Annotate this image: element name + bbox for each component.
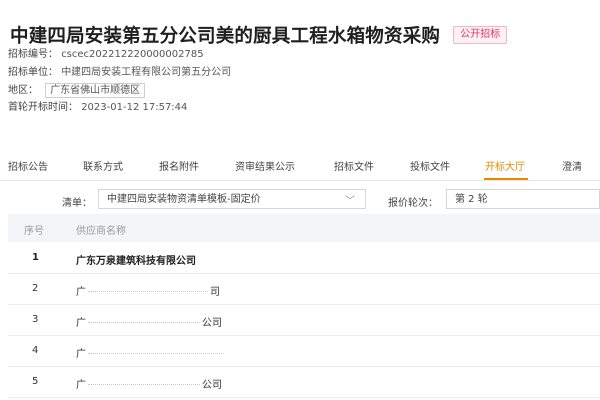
active-tab-indicator <box>484 178 528 180</box>
tender-number-line: 招标编号： cscec202212220000002785 <box>8 48 204 62</box>
table-row: 5 广 公司 <box>8 366 600 398</box>
tab-bar: 招标公告 联系方式 报名附件 资审结果公示 招标文件 投标文件 开标大厅 澄清 <box>0 150 600 181</box>
supplier-name: 广 公司 <box>76 314 222 329</box>
supplier-name-prefix: 广 <box>76 349 86 360</box>
supplier-name: 广司 <box>76 283 220 298</box>
tender-org-label: 招标单位： <box>8 67 58 78</box>
tender-org-value: 中建四局安装工程有限公司第五分公司 <box>61 67 232 78</box>
list-select-label: 清单： <box>62 198 92 209</box>
redacted-text <box>88 384 200 386</box>
redacted-text <box>88 353 224 355</box>
supplier-name: 广东万泉建筑科技有限公司 <box>76 252 196 267</box>
row-number: 2 <box>32 283 39 294</box>
tab-bid-opening-hall[interactable]: 开标大厅 <box>485 158 525 173</box>
table-header: 序号 供应商名称 <box>8 214 600 242</box>
supplier-name-prefix: 广 <box>76 380 86 391</box>
tab-bid-documents[interactable]: 投标文件 <box>410 158 450 173</box>
tender-type-badge: 公开招标 <box>453 26 508 44</box>
round-select[interactable]: 第 2 轮 <box>446 189 600 209</box>
row-number: 4 <box>32 345 39 356</box>
tab-tender-documents[interactable]: 招标文件 <box>334 158 374 173</box>
open-time-label: 首轮开标时间： <box>8 102 78 113</box>
open-time-value: 2023-01-12 17:57:44 <box>81 102 188 113</box>
chevron-down-icon: ﹀ <box>345 196 355 207</box>
supplier-name-suffix: 公司 <box>202 380 222 391</box>
supplier-name: 广 <box>76 345 226 360</box>
table-row: 1 广东万泉建筑科技有限公司 <box>8 242 600 274</box>
tab-qualification-results[interactable]: 资审结果公示 <box>235 158 295 173</box>
tab-registration-attachments[interactable]: 报名附件 <box>159 158 199 173</box>
row-number: 5 <box>32 376 39 387</box>
project-header: 中建四局安装第五分公司美的厨具工程水箱物资采购 公开招标 招标编号： cscec… <box>0 0 600 118</box>
tab-clarification[interactable]: 澄清 <box>562 158 582 173</box>
supplier-name-suffix: 公司 <box>202 318 222 329</box>
round-select-label: 报价轮次： <box>388 198 438 209</box>
round-select-value: 第 2 轮 <box>455 194 488 205</box>
col-header-seq: 序号 <box>24 226 44 237</box>
redacted-text <box>88 322 200 324</box>
open-time-line: 首轮开标时间： 2023-01-12 17:57:44 <box>8 101 187 115</box>
row-number: 1 <box>32 252 39 263</box>
region-tag: 广东省佛山市顺德区 <box>45 83 146 98</box>
list-select-value: 中建四局安装物资清单模板-固定价 <box>107 194 261 205</box>
table-row: 2 广司 <box>8 273 600 305</box>
row-number: 3 <box>32 314 39 325</box>
filter-bar: 清单： 中建四局安装物资清单模板-固定价 ﹀ 报价轮次： 第 2 轮 <box>0 186 600 214</box>
table-row: 4 广 <box>8 335 600 367</box>
table-row: 3 广 公司 <box>8 304 600 336</box>
tender-number-value: cscec202212220000002785 <box>61 49 204 60</box>
tab-tender-notice[interactable]: 招标公告 <box>8 158 48 173</box>
supplier-name-suffix: 司 <box>210 287 220 298</box>
tab-contact[interactable]: 联系方式 <box>83 158 123 173</box>
col-header-supplier: 供应商名称 <box>76 226 126 237</box>
redacted-text <box>88 291 208 293</box>
supplier-name-text: 广东万泉建筑科技有限公司 <box>76 256 196 267</box>
region-label: 地区： <box>8 85 38 96</box>
supplier-name: 广 公司 <box>76 376 222 391</box>
region-line: 地区： 广东省佛山市顺德区 <box>8 83 146 98</box>
list-select[interactable]: 中建四局安装物资清单模板-固定价 ﹀ <box>98 189 366 209</box>
supplier-name-prefix: 广 <box>76 318 86 329</box>
tender-org-line: 招标单位： 中建四局安装工程有限公司第五分公司 <box>8 66 231 80</box>
tender-number-label: 招标编号： <box>8 49 58 60</box>
supplier-name-prefix: 广 <box>76 287 86 298</box>
page-title: 中建四局安装第五分公司美的厨具工程水箱物资采购 <box>10 26 441 47</box>
